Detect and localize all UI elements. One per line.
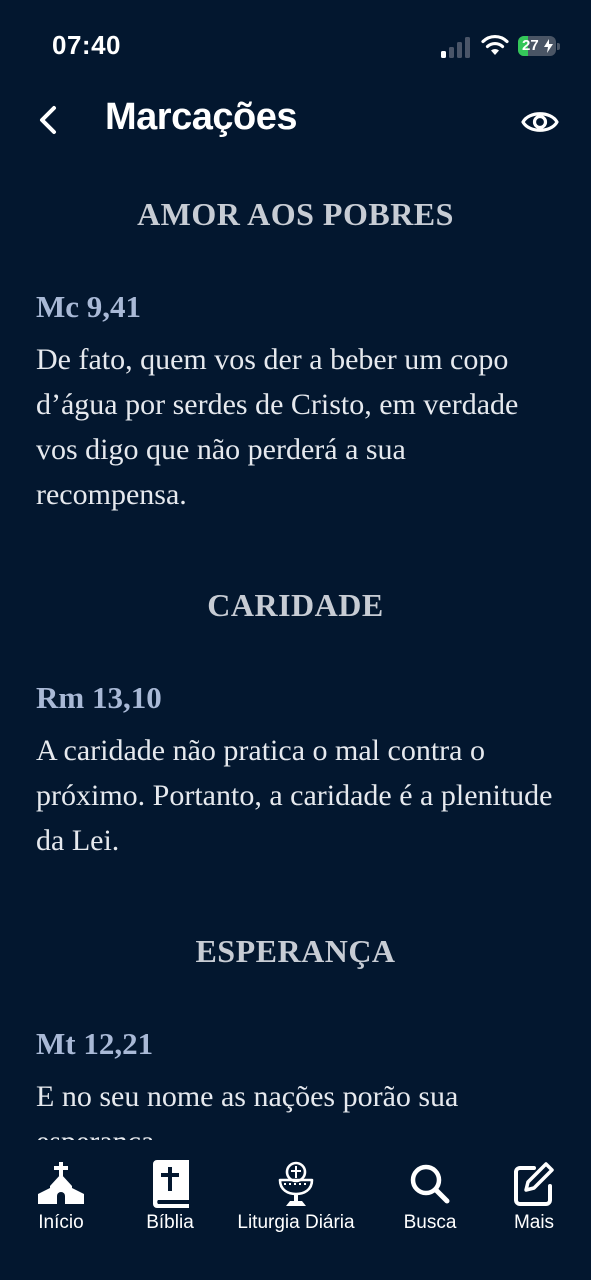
status-time: 07:40 <box>52 30 121 60</box>
nav-label: Busca <box>403 1212 457 1233</box>
verse-text[interactable]: A caridade não pratica o mal contra o pr… <box>36 728 555 863</box>
church-icon <box>38 1162 84 1204</box>
bookmark-section: ESPERANÇA Mt 12,21 E no seu nome as naçõ… <box>0 863 591 1140</box>
nav-item-biblia[interactable]: Bíblia <box>132 1160 208 1234</box>
back-chevron-icon[interactable] <box>34 100 66 140</box>
battery-percent: 27 <box>522 37 539 54</box>
top-app-bar: Marcações <box>0 90 591 160</box>
cellular-signal-icon <box>441 36 473 58</box>
bookmark-section: AMOR AOS POBRES Mc 9,41 De fato, quem vo… <box>0 160 591 517</box>
bookmark-section: CARIDADE Rm 13,10 A caridade não pratica… <box>0 517 591 863</box>
edit-icon <box>514 1162 554 1206</box>
nav-label: Mais <box>513 1212 555 1233</box>
nav-item-mais[interactable]: Mais <box>500 1160 568 1234</box>
verse-reference[interactable]: Mt 12,21 <box>36 970 555 1062</box>
nav-item-inicio[interactable]: Início <box>22 1160 100 1234</box>
verse-text[interactable]: E no seu nome as nações porão sua espera… <box>36 1074 555 1140</box>
verse-text[interactable]: De fato, quem vos der a beber um copo d’… <box>36 337 555 517</box>
wifi-icon <box>481 34 509 55</box>
chalice-icon <box>278 1161 314 1206</box>
bottom-navigation: Início Bíblia Liturgia Diária Busca Mais <box>0 1140 591 1280</box>
nav-item-busca[interactable]: Busca <box>394 1160 466 1234</box>
nav-label: Liturgia Diária <box>237 1212 355 1233</box>
section-title: CARIDADE <box>207 587 384 623</box>
bookmarks-list[interactable]: AMOR AOS POBRES Mc 9,41 De fato, quem vo… <box>0 160 591 1140</box>
eye-icon[interactable] <box>520 102 560 142</box>
charging-bolt-icon <box>544 39 553 53</box>
battery-indicator: 27 <box>518 36 560 56</box>
verse-reference[interactable]: Rm 13,10 <box>36 624 555 716</box>
search-icon <box>410 1164 450 1204</box>
status-bar: 07:40 27 <box>0 0 591 90</box>
nav-item-liturgia-diaria[interactable]: Liturgia Diária <box>228 1160 364 1234</box>
verse-reference[interactable]: Mc 9,41 <box>36 233 555 325</box>
bible-icon <box>153 1160 189 1208</box>
nav-label: Início <box>38 1212 84 1233</box>
nav-label: Bíblia <box>146 1212 194 1233</box>
page-title: Marcações <box>105 96 297 138</box>
section-title: AMOR AOS POBRES <box>137 196 454 232</box>
section-title: ESPERANÇA <box>195 933 396 969</box>
